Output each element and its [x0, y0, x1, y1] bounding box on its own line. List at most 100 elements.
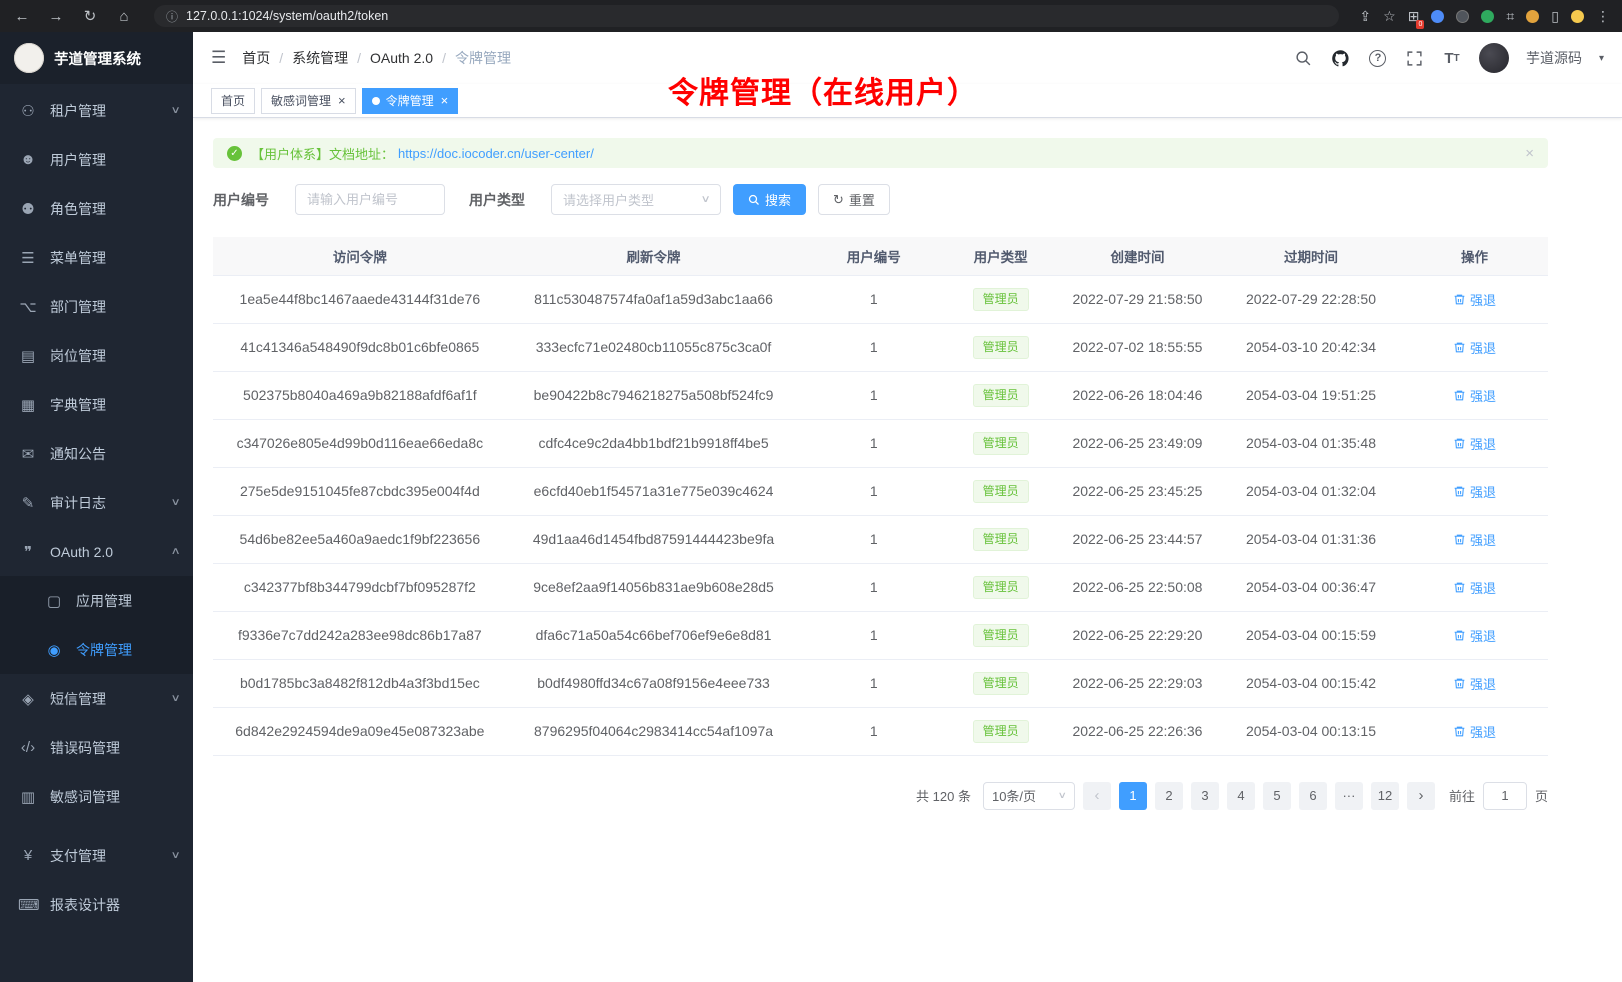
url-bar[interactable]: ⓘ 127.0.0.1:1024/system/oauth2/token [154, 5, 1339, 27]
expire-time-cell: 2054-03-04 00:15:42 [1221, 659, 1401, 707]
split-view-icon[interactable]: ▯ [1551, 8, 1559, 25]
oauth-icon: ❞ [18, 543, 38, 561]
share-icon[interactable]: ⇪ [1359, 8, 1371, 25]
expire-time-cell: 2054-03-04 01:32:04 [1221, 467, 1401, 515]
dict-icon: ▦ [18, 396, 38, 414]
sidebar-item[interactable]: ▦ 字典管理 [0, 380, 193, 429]
force-logout-button[interactable]: 强退 [1453, 482, 1496, 501]
tab[interactable]: 首页 × [211, 88, 255, 114]
next-page-button[interactable]: › [1407, 782, 1435, 810]
select-caret-icon: ∨ [700, 194, 710, 205]
audit-icon: ✎ [18, 494, 38, 512]
access-token-cell: 54d6be82ee5a460a9aedc1f9bf223656 [213, 515, 507, 563]
sidebar-item[interactable]: ◈ 短信管理 ∨ [0, 674, 193, 723]
total-count: 共 120 条 [916, 786, 971, 805]
force-logout-button[interactable]: 强退 [1453, 290, 1496, 309]
sidebar-item[interactable]: ☰ 菜单管理 [0, 233, 193, 282]
column-header: 用户编号 [800, 237, 947, 275]
puzzle-extension-icon[interactable]: ⌗ [1506, 8, 1514, 25]
sidebar-item[interactable]: ▥ 敏感词管理 [0, 772, 193, 821]
extension-blue-icon[interactable] [1431, 10, 1444, 23]
pagination: 共 120 条 10条/页 ∨ ‹ 123456···12 › 前往 页 [213, 782, 1548, 810]
force-logout-button[interactable]: 强退 [1453, 530, 1496, 549]
page-number-button[interactable]: 6 [1299, 782, 1327, 810]
sidebar-item[interactable]: ‹/› 错误码管理 [0, 723, 193, 772]
github-icon[interactable] [1331, 48, 1351, 68]
forward-button[interactable]: → [46, 8, 66, 25]
fullscreen-icon[interactable] [1405, 48, 1425, 68]
tab[interactable]: 敏感词管理 × [261, 88, 356, 114]
user-type-select[interactable]: 请选择用户类型 ∨ [551, 184, 721, 215]
extensions-grid-icon[interactable]: ⊞0 [1408, 8, 1420, 25]
page-number-button[interactable]: 4 [1227, 782, 1255, 810]
more-menu-icon[interactable]: ⋮ [1596, 8, 1610, 25]
help-icon[interactable]: ? [1368, 48, 1388, 68]
force-logout-button[interactable]: 强退 [1453, 338, 1496, 357]
sidebar-item[interactable]: ◉ 令牌管理 [0, 625, 193, 674]
user-id-cell: 1 [800, 515, 947, 563]
prev-page-button[interactable]: ‹ [1083, 782, 1111, 810]
alert-close-icon[interactable]: × [1525, 145, 1534, 162]
user-id-cell: 1 [800, 563, 947, 611]
sidebar-item[interactable]: ⌨ 报表设计器 [0, 880, 193, 929]
user-avatar[interactable] [1479, 43, 1509, 73]
sidebar-item[interactable]: ▤ 岗位管理 [0, 331, 193, 380]
user-type-cell: 管理员 [947, 611, 1054, 659]
user-id-cell: 1 [800, 611, 947, 659]
column-header: 访问令牌 [213, 237, 507, 275]
tab-close-icon[interactable]: × [338, 94, 346, 107]
refresh-token-cell: 8796295f04064c2983414cc54af1097a [507, 707, 801, 755]
sidebar-item[interactable]: ⌥ 部门管理 [0, 282, 193, 331]
tab-close-icon[interactable]: × [441, 94, 449, 107]
reset-button[interactable]: ↻ 重置 [818, 184, 890, 215]
extension-dark-icon[interactable] [1456, 10, 1469, 23]
paw-extension-icon[interactable] [1526, 10, 1539, 23]
bookmark-star-icon[interactable]: ☆ [1383, 8, 1396, 25]
back-button[interactable]: ← [12, 8, 32, 25]
force-logout-button[interactable]: 强退 [1453, 578, 1496, 597]
user-id-input[interactable] [295, 184, 445, 215]
site-info-icon[interactable]: ⓘ [166, 8, 178, 25]
sidebar-item[interactable]: ✉ 通知公告 [0, 429, 193, 478]
search-button[interactable]: 搜索 [733, 184, 806, 215]
sidebar-item[interactable]: ⚇ 租户管理 ∨ [0, 86, 193, 135]
breadcrumb-item[interactable]: 令牌管理 / [455, 48, 511, 68]
page-size-select[interactable]: 10条/页 ∨ [983, 782, 1075, 810]
user-name[interactable]: 芋道源码 [1526, 48, 1582, 68]
page-number-button[interactable]: 1 [1119, 782, 1147, 810]
sidebar-item[interactable]: ☻ 用户管理 [0, 135, 193, 184]
sidebar-item[interactable]: ✎ 审计日志 ∨ [0, 478, 193, 527]
breadcrumb-item[interactable]: 系统管理 / [292, 48, 370, 68]
font-size-icon[interactable]: TT [1442, 48, 1462, 68]
expire-time-cell: 2054-03-04 00:36:47 [1221, 563, 1401, 611]
force-logout-button[interactable]: 强退 [1453, 674, 1496, 693]
user-id-label: 用户编号 [213, 190, 269, 210]
sidebar-item[interactable]: ⚉ 角色管理 [0, 184, 193, 233]
extension-green-icon[interactable] [1481, 10, 1494, 23]
sidebar-toggle-icon[interactable]: ☰ [211, 48, 226, 68]
page-number-button[interactable]: 3 [1191, 782, 1219, 810]
page-number-button[interactable]: ··· [1335, 782, 1363, 810]
force-logout-button[interactable]: 强退 [1453, 722, 1496, 741]
force-logout-button[interactable]: 强退 [1453, 626, 1496, 645]
breadcrumb-item[interactable]: OAuth 2.0 / [370, 50, 455, 66]
sidebar-item[interactable]: ¥ 支付管理 ∨ [0, 831, 193, 880]
page-number-button[interactable]: 2 [1155, 782, 1183, 810]
sidebar-item[interactable]: ❞ OAuth 2.0 ∧ [0, 527, 193, 576]
home-button[interactable]: ⌂ [114, 8, 134, 25]
user-menu-caret-icon[interactable]: ▾ [1599, 53, 1604, 64]
access-token-cell: f9336e7c7dd242a283ee98dc86b17a87 [213, 611, 507, 659]
profile-avatar-icon[interactable] [1571, 10, 1584, 23]
page-number-button[interactable]: 5 [1263, 782, 1291, 810]
force-logout-button[interactable]: 强退 [1453, 434, 1496, 453]
sidebar-item[interactable]: ▢ 应用管理 [0, 576, 193, 625]
reload-button[interactable]: ↻ [80, 7, 100, 25]
force-logout-button[interactable]: 强退 [1453, 386, 1496, 405]
search-icon[interactable] [1294, 48, 1314, 68]
tab[interactable]: 令牌管理 × [362, 88, 459, 114]
goto-page-input[interactable] [1483, 782, 1527, 810]
access-token-cell: c347026e805e4d99b0d116eae66eda8c [213, 419, 507, 467]
page-number-button[interactable]: 12 [1371, 782, 1399, 810]
doc-link[interactable]: https://doc.iocoder.cn/user-center/ [398, 146, 594, 161]
breadcrumb-item[interactable]: 首页 / [242, 48, 292, 68]
